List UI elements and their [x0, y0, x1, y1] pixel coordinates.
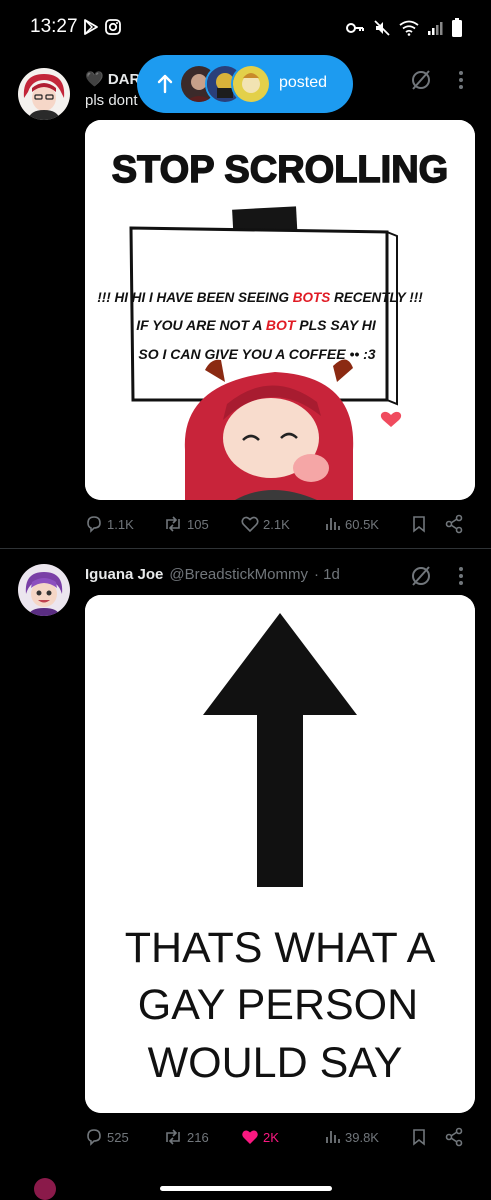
- views-button[interactable]: 60.5K: [324, 514, 379, 534]
- key-icon: [346, 23, 364, 33]
- more-options-icon[interactable]: [451, 68, 471, 92]
- post-divider: [0, 548, 491, 549]
- mute-icon: [374, 20, 390, 36]
- meme-line2: GAY PERSON: [138, 981, 418, 1029]
- meme-line2-a: IF YOU ARE NOT A: [136, 317, 266, 333]
- views-count: 60.5K: [345, 516, 379, 532]
- repost-button[interactable]: 216: [162, 1127, 209, 1147]
- heart-filled-icon: [242, 1130, 258, 1144]
- post-actions: 1.1K 105 2.1K 60.5K: [84, 514, 476, 538]
- arrow-meme: THATS WHAT A GAY PERSON WOULD SAY: [85, 595, 475, 1113]
- meme-line1-a: !!! HI HI I HAVE BEEN SEEING: [97, 290, 293, 305]
- views-count: 39.8K: [345, 1129, 379, 1145]
- grok-icon[interactable]: [409, 68, 433, 92]
- poster-avatar: [231, 64, 271, 104]
- avatar[interactable]: [18, 564, 70, 616]
- meme-headline: STOP SCROLLING: [112, 149, 448, 191]
- heart-icon: [241, 516, 259, 533]
- repost-icon: [166, 516, 180, 532]
- more-options-icon[interactable]: [451, 564, 471, 588]
- signal-icon: [428, 22, 443, 35]
- display-name[interactable]: 🖤 DAR: [85, 70, 140, 88]
- display-name[interactable]: Iguana Joe: [85, 566, 163, 583]
- post[interactable]: Iguana Joe @BreadstickMommy · 1d THATS W…: [0, 550, 491, 1158]
- post-time[interactable]: · 1d: [314, 566, 340, 583]
- svg-text:!!! HI HI I HAVE BEEN SEEING B: !!! HI HI I HAVE BEEN SEEING BOTS RECENT…: [97, 290, 423, 305]
- bookmark-icon: [413, 1129, 425, 1146]
- meme-line1-c: RECENTLY !!!: [330, 290, 423, 305]
- share-button[interactable]: [444, 1127, 464, 1147]
- post-actions: 525 216 2K 39.8K: [84, 1127, 476, 1151]
- like-button[interactable]: 2K: [240, 1127, 279, 1147]
- home-gesture-bar[interactable]: [160, 1186, 332, 1191]
- share-icon: [445, 514, 463, 534]
- views-icon: [326, 1131, 340, 1143]
- meme-line3: WOULD SAY: [148, 1039, 403, 1087]
- views-icon: [326, 518, 340, 530]
- new-posts-label: posted: [279, 74, 328, 91]
- reply-icon: [87, 516, 101, 533]
- repost-button[interactable]: 105: [162, 514, 209, 534]
- post-text: pls dont: [85, 92, 138, 109]
- reply-icon: [87, 1129, 101, 1146]
- bookmark-icon: [413, 516, 425, 533]
- battery-icon: [452, 18, 462, 37]
- share-icon: [445, 1127, 463, 1147]
- grok-icon[interactable]: [409, 564, 433, 588]
- meme-line2-c: PLS SAY HI: [295, 317, 377, 333]
- wifi-icon: [399, 20, 419, 36]
- repost-count: 105: [187, 516, 209, 532]
- like-count: 2.1K: [263, 516, 290, 532]
- status-time: 13:27: [30, 16, 78, 37]
- reply-count: 1.1K: [107, 516, 134, 532]
- avatar[interactable]: [18, 68, 70, 120]
- svg-text:IF YOU ARE NOT A BOT PLS SAY H: IF YOU ARE NOT A BOT PLS SAY HI: [136, 317, 377, 333]
- play-store-icon: [84, 19, 98, 35]
- arrow-up-icon: [157, 74, 173, 94]
- post[interactable]: 🖤 DAR pls dont STOP SCROLLING !!! HI HI …: [0, 52, 491, 548]
- instagram-icon: [105, 19, 121, 35]
- bookmark-button[interactable]: [410, 514, 428, 534]
- reply-button[interactable]: 1.1K: [84, 514, 134, 534]
- repost-icon: [166, 1129, 180, 1145]
- reply-count: 525: [107, 1129, 129, 1145]
- next-post-avatar[interactable]: [34, 1178, 56, 1200]
- like-count: 2K: [263, 1129, 279, 1145]
- post-image[interactable]: STOP SCROLLING !!! HI HI I HAVE BEEN SEE…: [85, 120, 475, 500]
- repost-count: 216: [187, 1129, 209, 1145]
- post-image[interactable]: THATS WHAT A GAY PERSON WOULD SAY: [85, 595, 475, 1113]
- meme-line2-b: BOT: [266, 317, 297, 333]
- views-button[interactable]: 39.8K: [324, 1127, 379, 1147]
- meme-line3: SO I CAN GIVE YOU A COFFEE •• :3: [138, 346, 375, 362]
- share-button[interactable]: [444, 514, 464, 534]
- user-handle[interactable]: @BreadstickMommy: [169, 566, 308, 583]
- like-button[interactable]: 2.1K: [240, 514, 290, 534]
- status-bar: 13:27: [0, 0, 491, 52]
- stop-scrolling-meme: STOP SCROLLING !!! HI HI I HAVE BEEN SEE…: [85, 120, 475, 500]
- meme-line1: THATS WHAT A: [125, 924, 436, 972]
- meme-line1-b: BOTS: [293, 290, 331, 305]
- reply-button[interactable]: 525: [84, 1127, 129, 1147]
- bookmark-button[interactable]: [410, 1127, 428, 1147]
- new-posts-pill[interactable]: posted: [137, 55, 353, 113]
